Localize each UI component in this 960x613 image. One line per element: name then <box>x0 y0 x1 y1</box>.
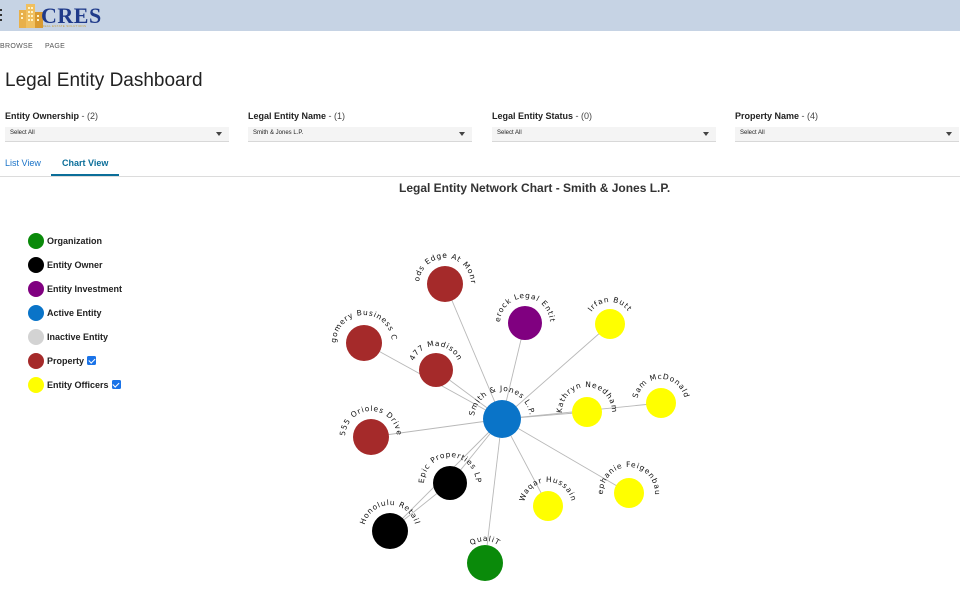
node-montgomery[interactable]: Montgomery Business Center <box>0 0 399 361</box>
node-kathryn-needham[interactable]: Kathryn Needham <box>555 380 619 427</box>
node-sam-mcdonald[interactable]: Sam McDonald <box>631 372 692 418</box>
node-honolulu-retail[interactable]: Honolulu Retail <box>358 498 422 549</box>
node-477-madison[interactable]: 477 Madison <box>407 339 464 387</box>
node-epic-properties[interactable]: Epic Properties LP <box>417 450 483 500</box>
node-bluerock[interactable]: Bluerock Legal Entity 8 <box>0 0 557 340</box>
node-label: Montgomery Business Center <box>0 0 398 343</box>
svg-text:Montgomery Business Center: Montgomery Business Center <box>0 0 399 343</box>
svg-text:Stephanie Feigenbaum: Stephanie Feigenbaum <box>0 0 662 496</box>
node-stephanie-feigenbaum[interactable]: Stephanie Feigenbaum <box>0 0 662 508</box>
node-label: Woods Edge At Monroe <box>0 0 477 285</box>
svg-text:Woods Edge At Monroe: Woods Edge At Monroe <box>0 0 478 285</box>
network-chart: Woods Edge At Monroe Bluerock Legal Enti… <box>0 0 692 581</box>
node-qualit[interactable]: QualiT <box>467 534 503 581</box>
node-label: Stephanie Feigenbaum <box>0 0 661 496</box>
node-555-orioles[interactable]: 555 Orioles Drive <box>338 404 404 455</box>
node-waqar-hussain[interactable]: Waqar Hussain <box>517 475 578 521</box>
node-smith-jones-center[interactable]: Smith & Jones L.P. <box>467 384 537 438</box>
node-irfan-butt[interactable]: Irfan Butt <box>586 295 634 339</box>
edge-stephanie-feigenbaum <box>501 418 630 494</box>
node-woods-edge[interactable]: Woods Edge At Monroe <box>0 0 478 302</box>
